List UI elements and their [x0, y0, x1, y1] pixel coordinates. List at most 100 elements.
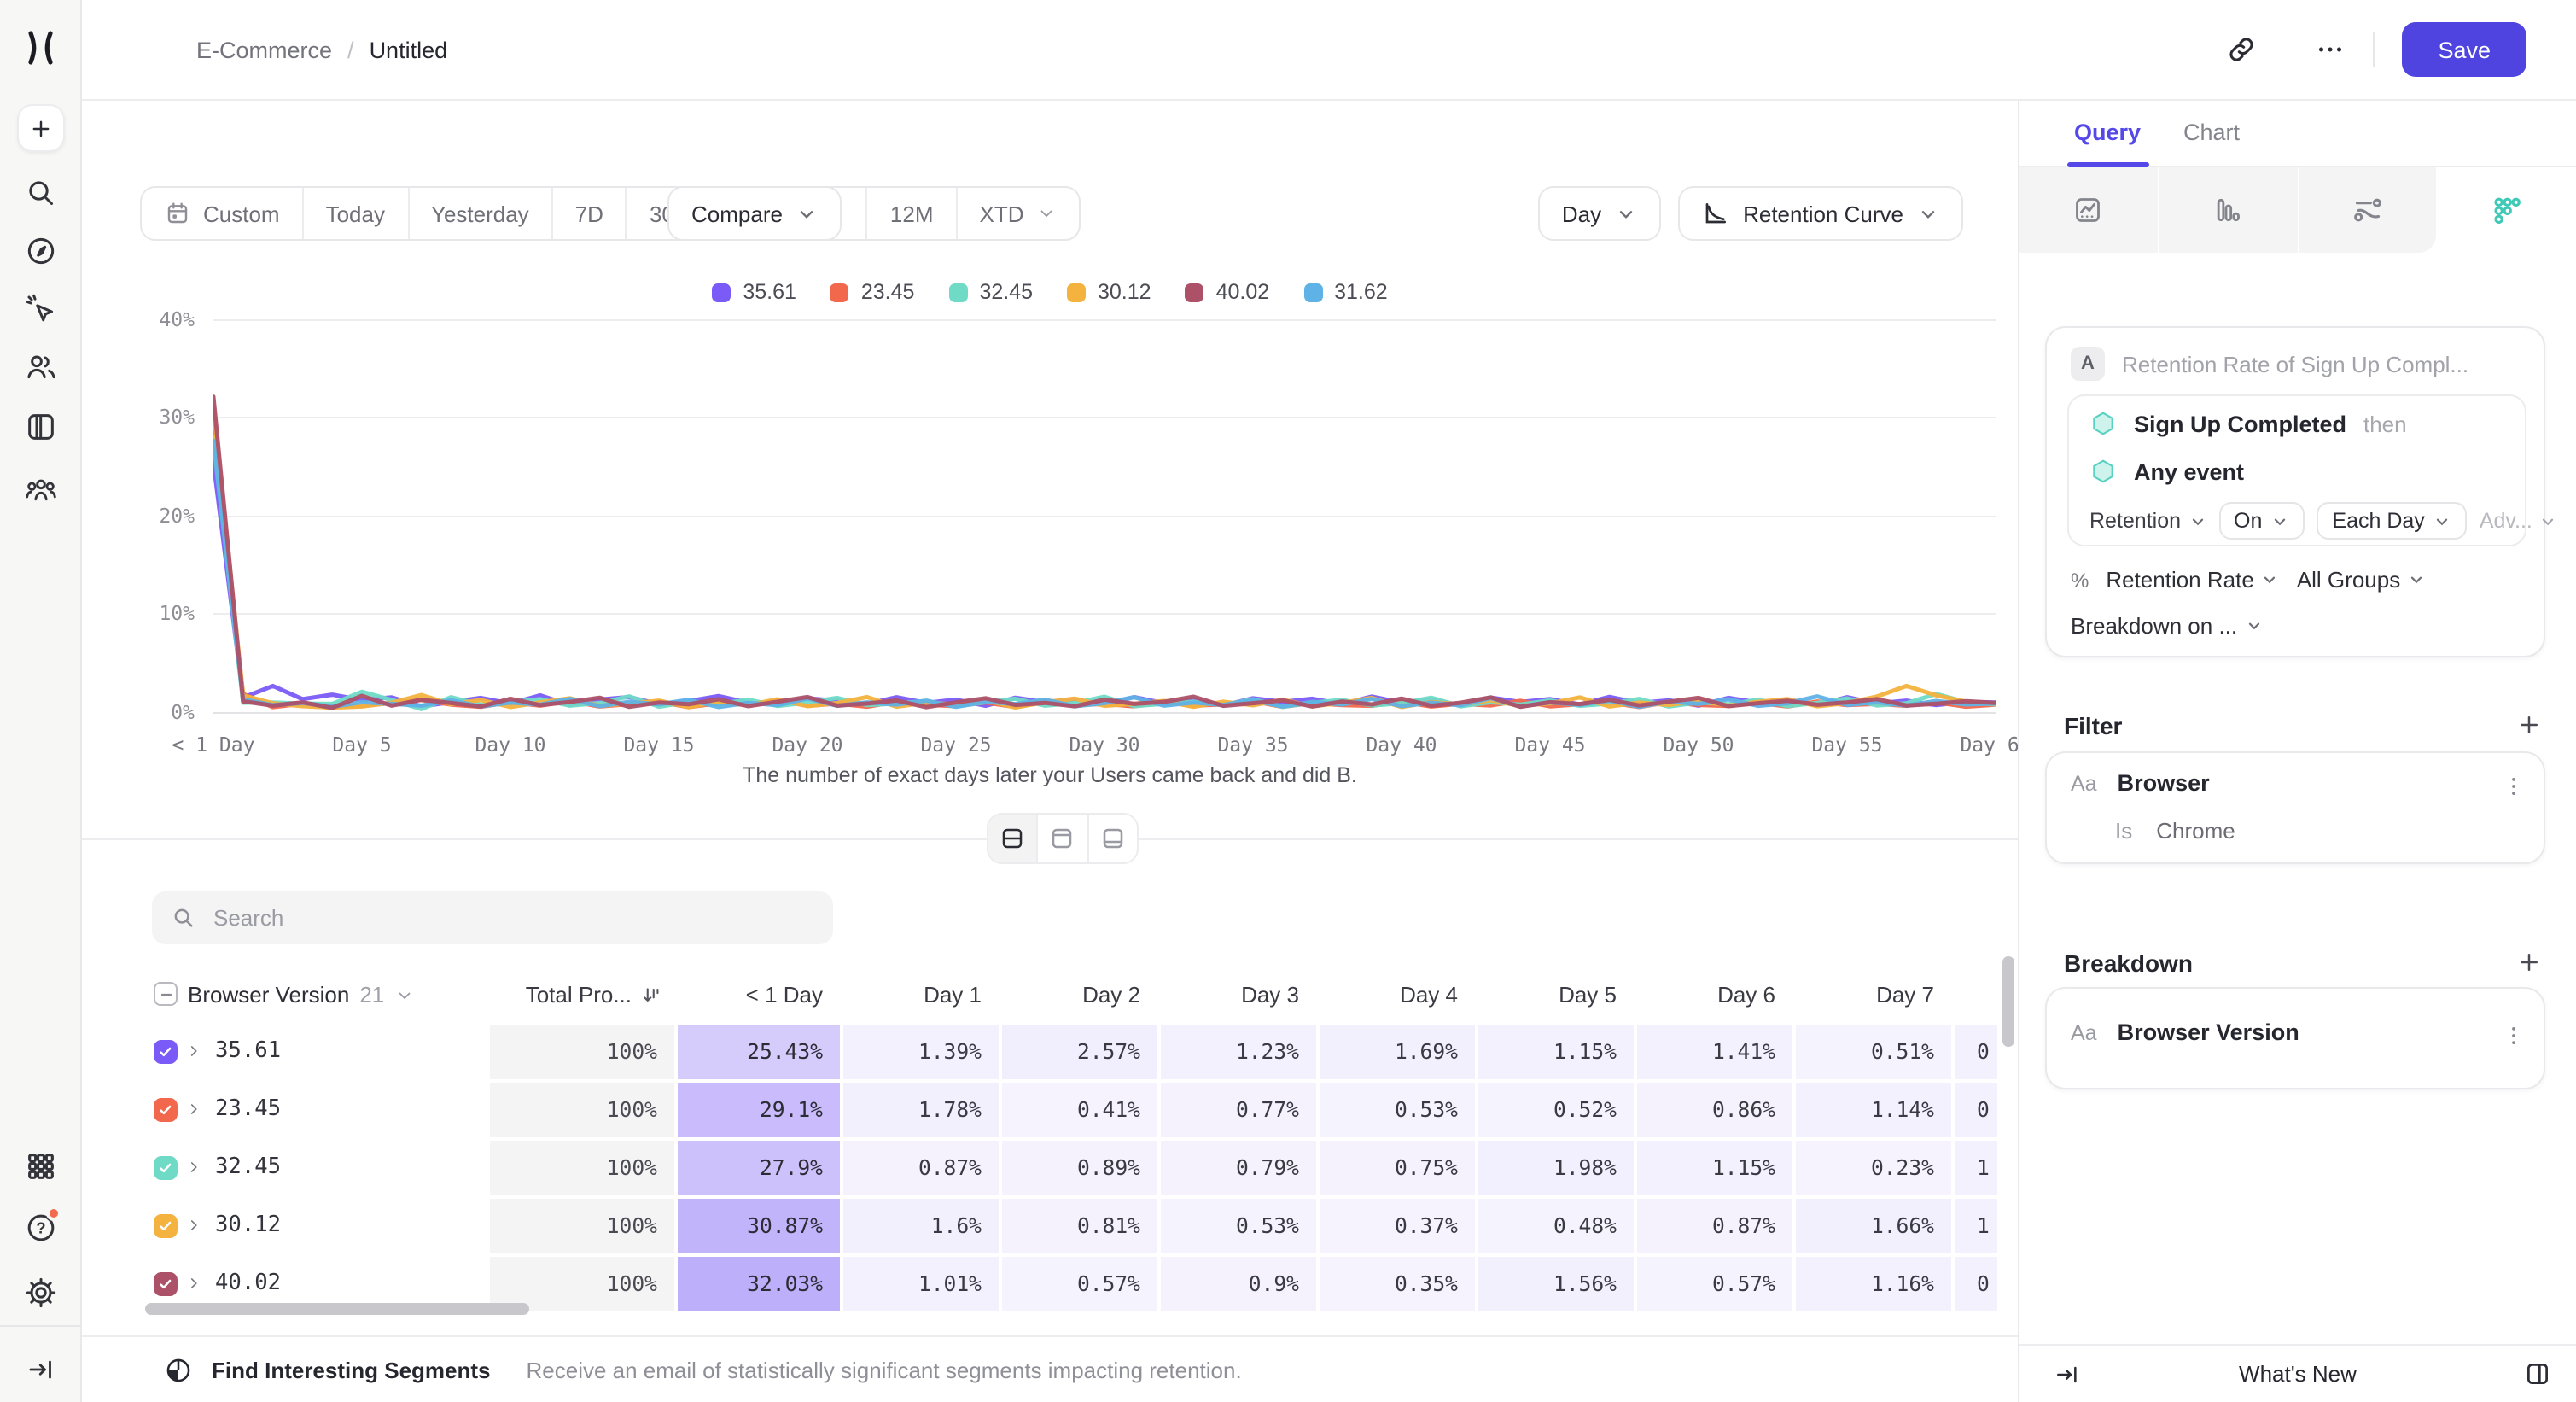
legend-item[interactable]: 35.61 — [712, 280, 796, 304]
date-range-button-xtd[interactable]: XTD — [958, 188, 1079, 239]
legend-item[interactable]: 23.45 — [830, 280, 915, 304]
legend-item[interactable]: 30.12 — [1067, 280, 1151, 304]
report-type-retention[interactable] — [2437, 167, 2576, 253]
tab-query[interactable]: Query — [2074, 101, 2141, 167]
legend-item[interactable]: 31.62 — [1303, 280, 1388, 304]
find-segments-button[interactable]: Find Interesting Segments — [212, 1357, 491, 1382]
copy-link-icon[interactable] — [2226, 34, 2257, 65]
table-header-day-2[interactable]: Day 2 — [1002, 965, 1157, 1025]
table-header-day-3[interactable]: Day 3 — [1161, 965, 1316, 1025]
date-range-button-yesterday[interactable]: Yesterday — [409, 188, 553, 239]
split-view-icon — [999, 825, 1026, 852]
search-input[interactable] — [210, 903, 814, 932]
cell-day-1: 1.6% — [843, 1199, 999, 1253]
sidebar-boards-icon[interactable] — [24, 410, 58, 444]
breadcrumb-report-title[interactable]: Untitled — [370, 37, 448, 62]
chart-type-dropdown[interactable]: Retention Curve — [1678, 186, 1963, 241]
select-all-checkbox[interactable] — [154, 982, 178, 1006]
series-line-31.62[interactable] — [213, 441, 1996, 707]
row-expander-icon[interactable] — [184, 1042, 203, 1060]
add-filter-button[interactable] — [2516, 712, 2542, 738]
table-horizontal-scrollbar[interactable] — [145, 1303, 529, 1315]
more-options-icon[interactable] — [2315, 34, 2346, 65]
row-expander-icon[interactable] — [184, 1100, 203, 1119]
date-range-button-today[interactable]: Today — [304, 188, 409, 239]
create-button[interactable] — [17, 104, 65, 152]
sidebar-users-icon[interactable] — [24, 350, 58, 384]
date-range-button-custom[interactable]: Custom — [142, 188, 304, 239]
date-range-button-12m[interactable]: 12M — [868, 188, 958, 239]
row-checkbox[interactable] — [154, 1156, 178, 1180]
sidebar-events-icon[interactable] — [24, 292, 58, 326]
return-event-step[interactable]: Any event — [2089, 458, 2244, 485]
save-button[interactable]: Save — [2402, 22, 2526, 77]
cell-day-3: 0.53% — [1161, 1199, 1316, 1253]
x-axis-label: Day 60 — [1919, 733, 2018, 756]
table-header-day-5[interactable]: Day 5 — [1478, 965, 1634, 1025]
table-header-group[interactable]: Browser Version21 — [188, 965, 415, 1025]
advanced-dropdown[interactable]: Adv... — [2480, 509, 2558, 533]
row-checkbox[interactable] — [154, 1040, 178, 1064]
series-line-30.12[interactable] — [213, 408, 1996, 708]
series-line-40.02[interactable] — [213, 397, 1996, 708]
layout-chart-only-toggle[interactable] — [1039, 815, 1089, 862]
mixpanel-logo[interactable] — [20, 27, 61, 68]
first-event-step[interactable]: Sign Up Completed then — [2089, 410, 2407, 437]
apps-grid-icon[interactable] — [24, 1149, 58, 1183]
each-day-dropdown[interactable]: Each Day — [2317, 502, 2467, 540]
sidebar-discover-icon[interactable] — [24, 234, 58, 268]
compare-button[interactable]: Compare — [667, 186, 842, 241]
row-expander-icon[interactable] — [184, 1216, 203, 1235]
filter-value[interactable]: Chrome — [2156, 818, 2235, 844]
breakdown-menu-icon[interactable] — [2501, 1023, 2526, 1049]
table-header-day-7[interactable]: Day 7 — [1796, 965, 1951, 1025]
filter-property[interactable]: Browser — [2118, 770, 2210, 796]
measure-dropdown[interactable]: Retention Rate — [2106, 567, 2279, 593]
whats-new-button[interactable]: What's New — [2019, 1346, 2576, 1402]
filter-menu-icon[interactable] — [2501, 774, 2526, 799]
query-title[interactable]: Retention Rate of Sign Up Compl... — [2122, 351, 2523, 377]
breadcrumb-project[interactable]: E-Commerce — [196, 37, 332, 62]
split-columns-icon[interactable] — [2523, 1359, 2552, 1388]
filter-operator[interactable]: Is — [2115, 818, 2132, 844]
series-line-32.45[interactable] — [213, 437, 1996, 709]
tab-chart[interactable]: Chart — [2183, 101, 2240, 167]
date-range-button-7d[interactable]: 7D — [553, 188, 627, 239]
chevron-down-icon — [2188, 511, 2206, 530]
granularity-dropdown[interactable]: Day — [1538, 186, 1661, 241]
table-header-total[interactable]: Total Pro... — [490, 965, 674, 1025]
table-header-day-0[interactable]: < 1 Day — [678, 965, 840, 1025]
cell-day-3: 0.77% — [1161, 1083, 1316, 1137]
legend-item[interactable]: 32.45 — [948, 280, 1033, 304]
table-header-day-4[interactable]: Day 4 — [1320, 965, 1475, 1025]
collapse-sidebar-icon[interactable] — [26, 1354, 60, 1388]
row-expander-icon[interactable] — [184, 1158, 203, 1177]
chevron-down-icon — [1036, 203, 1057, 224]
add-breakdown-button[interactable] — [2516, 949, 2542, 975]
series-line-23.45[interactable] — [213, 425, 1996, 707]
breakdown-on-dropdown[interactable]: Breakdown on ... — [2071, 613, 2263, 639]
row-checkbox[interactable] — [154, 1098, 178, 1122]
series-line-35.61[interactable] — [213, 462, 1996, 707]
table-vertical-scrollbar[interactable] — [2002, 956, 2014, 1047]
report-type-insights[interactable] — [2019, 167, 2159, 253]
table-header-day-1[interactable]: Day 1 — [843, 965, 999, 1025]
on-dropdown[interactable]: On — [2218, 502, 2305, 540]
chevron-down-icon — [394, 984, 415, 1005]
row-checkbox[interactable] — [154, 1272, 178, 1296]
table-header-day-6[interactable]: Day 6 — [1637, 965, 1792, 1025]
table-row: 32.45100%27.9%0.87%0.89%0.79%0.75%1.98%1… — [82, 1141, 2018, 1195]
report-type-funnels[interactable] — [2159, 167, 2299, 253]
row-expander-icon[interactable] — [184, 1274, 203, 1293]
layout-split-toggle[interactable] — [988, 815, 1039, 862]
legend-item[interactable]: 40.02 — [1186, 280, 1270, 304]
sidebar-search-icon[interactable] — [24, 176, 58, 210]
settings-gear-icon[interactable] — [24, 1276, 58, 1310]
groups-dropdown[interactable]: All Groups — [2297, 567, 2426, 593]
layout-table-only-toggle[interactable] — [1088, 815, 1137, 862]
retention-type-dropdown[interactable]: Retention — [2089, 509, 2206, 533]
report-type-flows[interactable] — [2299, 167, 2437, 253]
sidebar-cohorts-icon[interactable] — [24, 473, 58, 507]
breakdown-property[interactable]: Browser Version — [2118, 1019, 2299, 1045]
row-checkbox[interactable] — [154, 1214, 178, 1238]
